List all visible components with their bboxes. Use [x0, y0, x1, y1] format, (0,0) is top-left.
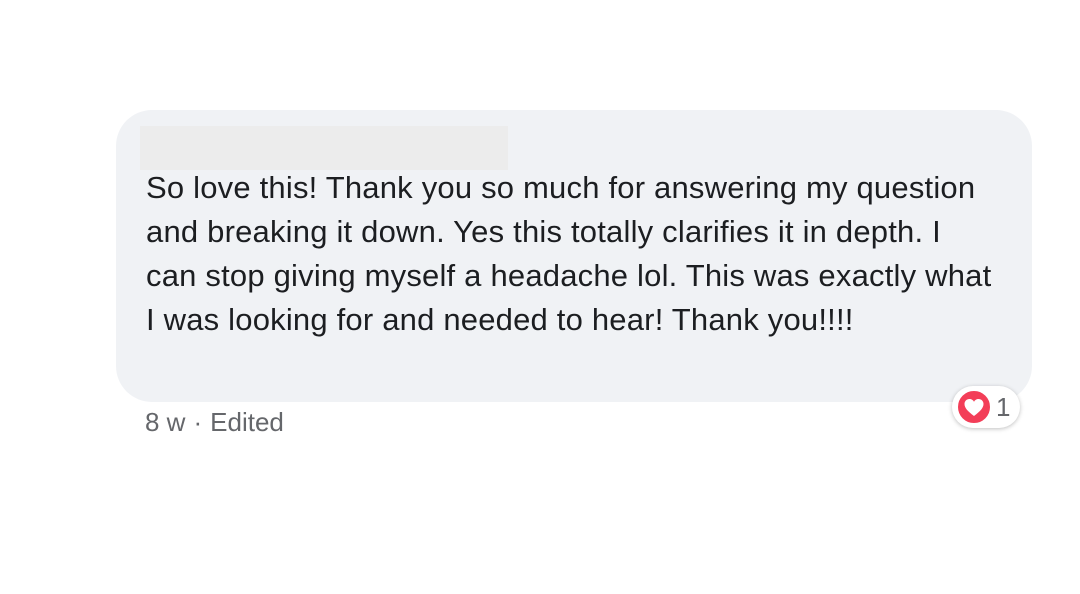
- reaction-count: 1: [996, 392, 1011, 422]
- comment-meta: 8 w · Edited: [145, 405, 284, 439]
- reaction-summary[interactable]: 1: [952, 386, 1021, 428]
- edited-label[interactable]: Edited: [210, 405, 284, 439]
- author-name-redacted: [140, 126, 508, 170]
- comment-text: So love this! Thank you so much for answ…: [146, 170, 992, 337]
- comment-timestamp[interactable]: 8 w: [145, 405, 185, 439]
- heart-icon: [956, 389, 992, 425]
- meta-separator: ·: [193, 407, 203, 437]
- comment-bubble: So love this! Thank you so much for answ…: [116, 110, 1032, 402]
